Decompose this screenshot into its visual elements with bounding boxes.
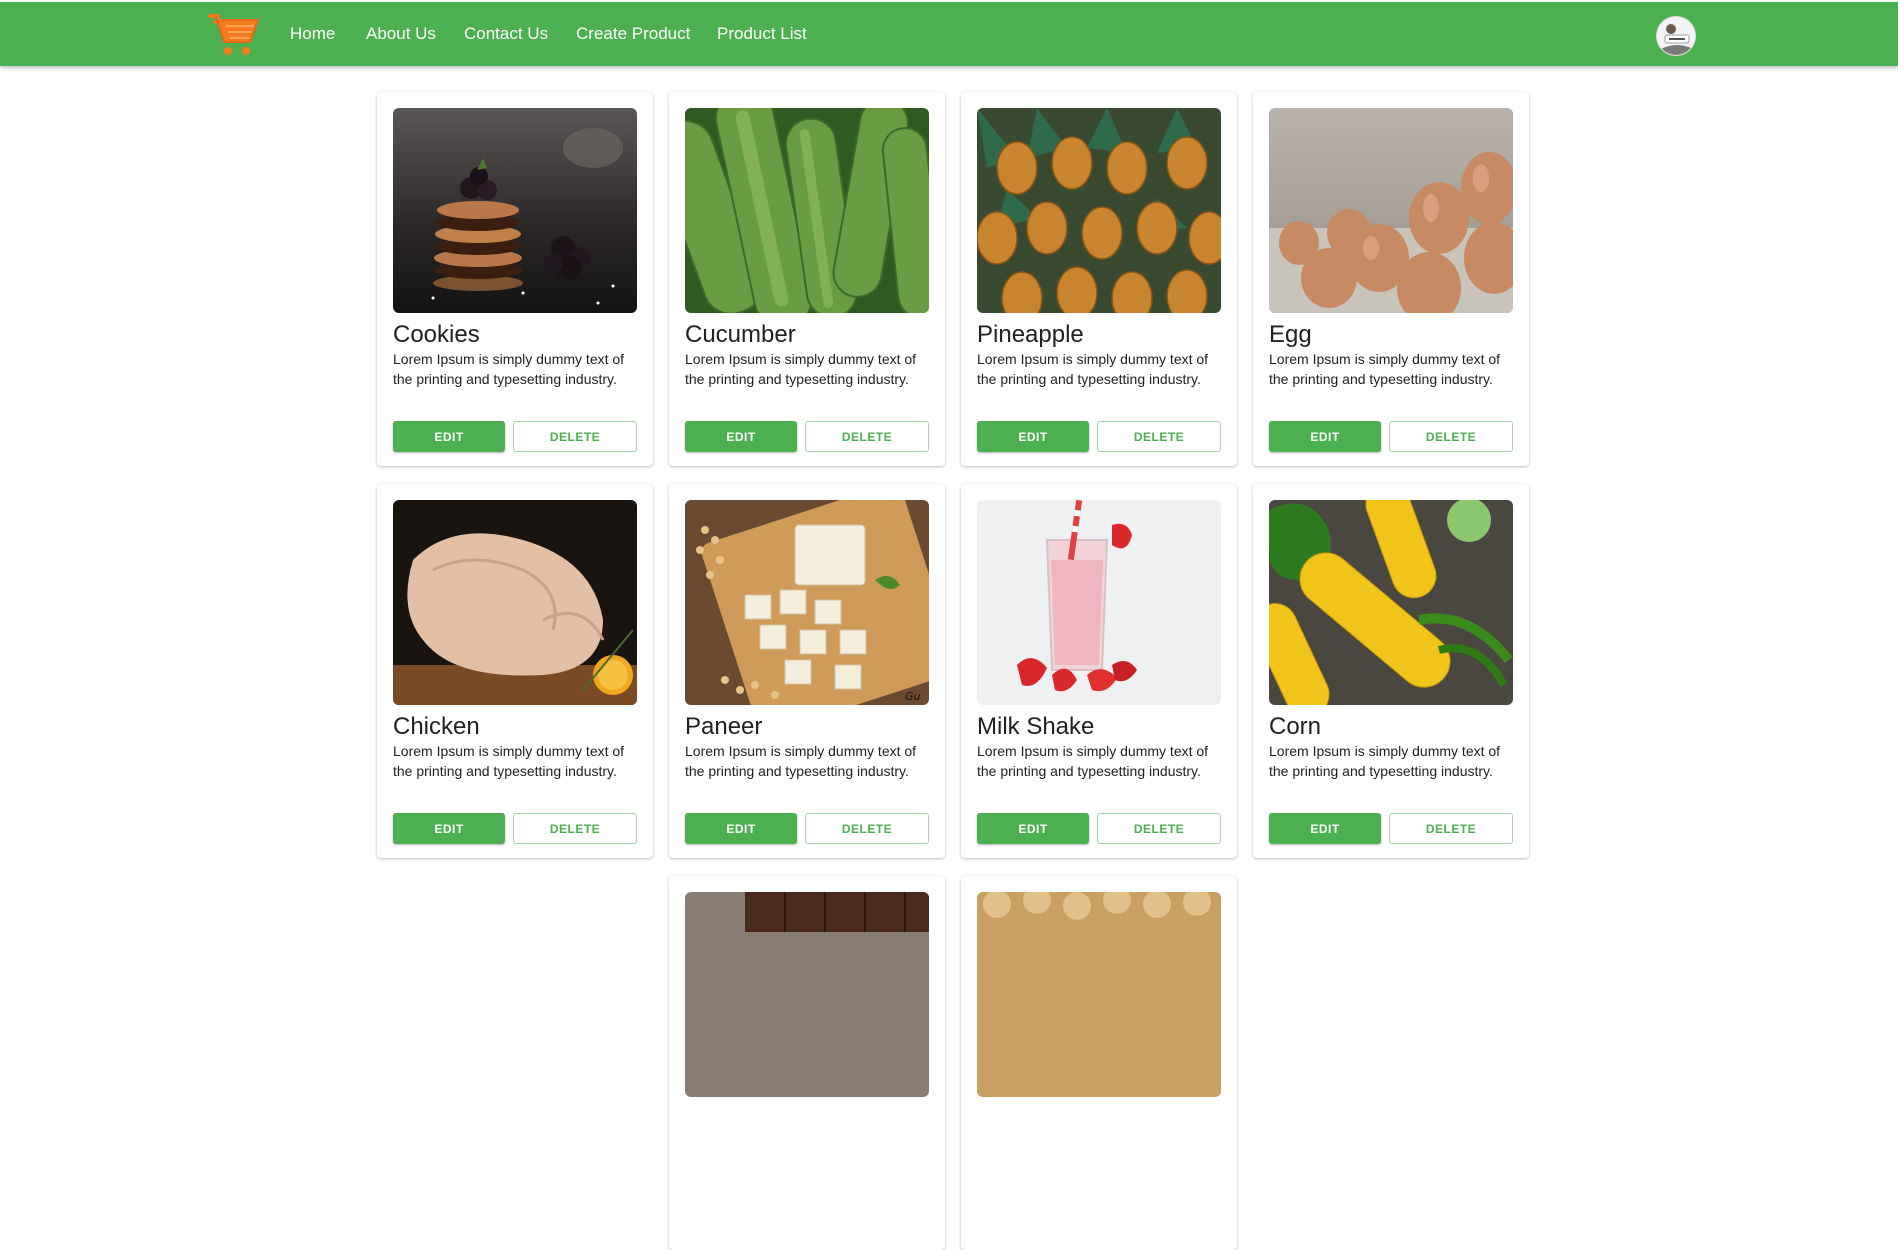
product-card-paneer: Gu Paneer Lorem Ipsum is simply dummy te… xyxy=(669,484,945,858)
product-card-cookies: Cookies Lorem Ipsum is simply dummy text… xyxy=(377,92,653,466)
delete-button[interactable]: DELETE xyxy=(1097,421,1221,452)
edit-button[interactable]: EDIT xyxy=(685,421,797,452)
egg-photo xyxy=(1269,108,1513,313)
cucumber-photo xyxy=(685,108,929,313)
edit-button[interactable]: EDIT xyxy=(393,813,505,844)
delete-button[interactable]: DELETE xyxy=(1097,813,1221,844)
product-name: Cucumber xyxy=(685,321,796,348)
nav-link-product-list[interactable]: Product List xyxy=(717,24,807,44)
nav-link-create-product[interactable]: Create Product xyxy=(576,24,690,44)
product-description: Lorem Ipsum is simply dummy text of the … xyxy=(685,351,917,387)
nav-link-about-us[interactable]: About Us xyxy=(366,24,436,44)
paneer-photo: Gu xyxy=(685,500,929,705)
product-card-corn: Corn Lorem Ipsum is simply dummy text of… xyxy=(1253,484,1529,858)
edit-button[interactable]: EDIT xyxy=(977,421,1089,452)
delete-button[interactable]: DELETE xyxy=(1389,421,1513,452)
nav-link-contact-us[interactable]: Contact Us xyxy=(464,24,548,44)
snacks-photo xyxy=(977,892,1221,1097)
product-card-egg: Egg Lorem Ipsum is simply dummy text of … xyxy=(1253,92,1529,466)
product-description: Lorem Ipsum is simply dummy text of the … xyxy=(977,743,1209,779)
product-description: Lorem Ipsum is simply dummy text of the … xyxy=(685,743,917,779)
pineapple-photo xyxy=(977,108,1221,313)
product-description: Lorem Ipsum is simply dummy text of the … xyxy=(977,351,1209,387)
user-avatar-icon[interactable] xyxy=(1656,16,1696,56)
chocolate-photo xyxy=(685,892,929,1097)
svg-text:Gu: Gu xyxy=(905,690,921,703)
corn-photo xyxy=(1269,500,1513,705)
cookies-photo xyxy=(393,108,637,313)
product-card-chicken: Chicken Lorem Ipsum is simply dummy text… xyxy=(377,484,653,858)
product-name: Egg xyxy=(1269,321,1312,348)
product-card-pineapple: Pineapple Lorem Ipsum is simply dummy te… xyxy=(961,92,1237,466)
edit-button[interactable]: EDIT xyxy=(1269,421,1381,452)
edit-button[interactable]: EDIT xyxy=(393,421,505,452)
milkshake-photo xyxy=(977,500,1221,705)
delete-button[interactable]: DELETE xyxy=(805,813,929,844)
product-name: Pineapple xyxy=(977,321,1084,348)
nav-link-home[interactable]: Home xyxy=(290,24,335,44)
product-name: Paneer xyxy=(685,713,763,740)
edit-button[interactable]: EDIT xyxy=(1269,813,1381,844)
product-name: Corn xyxy=(1269,713,1322,740)
edit-button[interactable]: EDIT xyxy=(977,813,1089,844)
delete-button[interactable]: DELETE xyxy=(513,421,637,452)
delete-button[interactable]: DELETE xyxy=(1389,813,1513,844)
top-navbar: Home About Us Contact Us Create Product … xyxy=(0,2,1898,66)
product-name: Milk Shake xyxy=(977,713,1095,740)
product-card-milk-shake: Milk Shake Lorem Ipsum is simply dummy t… xyxy=(961,484,1237,858)
product-description: Lorem Ipsum is simply dummy text of the … xyxy=(1269,351,1501,387)
product-card-partial xyxy=(961,876,1237,1250)
product-description: Lorem Ipsum is simply dummy text of the … xyxy=(393,351,625,387)
chicken-photo xyxy=(393,500,637,705)
shopping-cart-logo-icon[interactable] xyxy=(208,12,260,60)
product-name: Cookies xyxy=(393,321,480,348)
product-card-cucumber: Cucumber Lorem Ipsum is simply dummy tex… xyxy=(669,92,945,466)
product-description: Lorem Ipsum is simply dummy text of the … xyxy=(1269,743,1501,779)
product-name: Chicken xyxy=(393,713,480,740)
edit-button[interactable]: EDIT xyxy=(685,813,797,844)
delete-button[interactable]: DELETE xyxy=(805,421,929,452)
product-description: Lorem Ipsum is simply dummy text of the … xyxy=(393,743,625,779)
delete-button[interactable]: DELETE xyxy=(513,813,637,844)
product-card-partial xyxy=(669,876,945,1250)
